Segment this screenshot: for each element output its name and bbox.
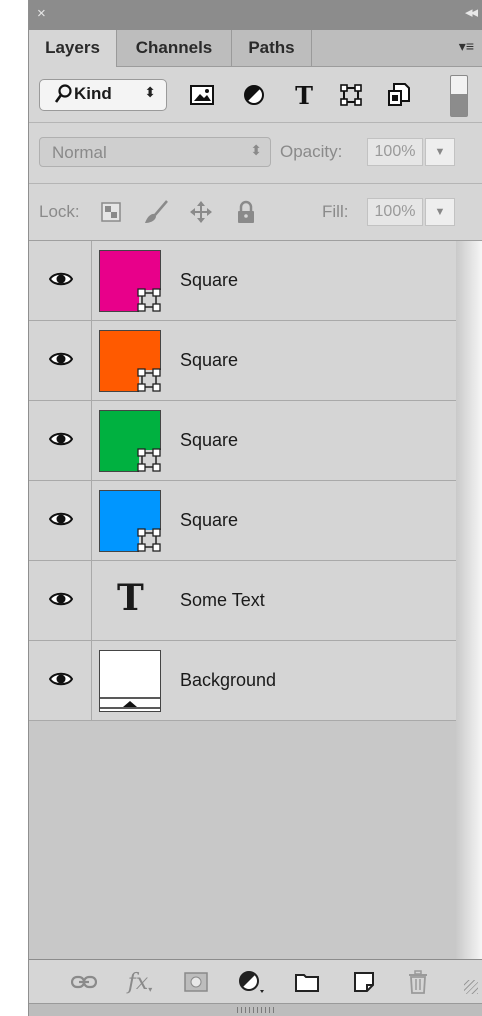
- vector-mask-icon: [137, 288, 161, 312]
- image-filter-icon[interactable]: [187, 80, 217, 110]
- visibility-toggle[interactable]: [29, 641, 92, 720]
- layer-thumbnail: [99, 330, 161, 392]
- layer-thumbnail: [99, 490, 161, 552]
- layer-thumbnail: [99, 650, 161, 712]
- add-mask-icon[interactable]: [181, 968, 211, 996]
- layer-row[interactable]: Square: [29, 321, 457, 401]
- layer-name: Some Text: [180, 590, 265, 610]
- new-layer-icon[interactable]: [349, 968, 379, 996]
- lock-row: Lock: Fill: 100% ▼: [29, 184, 482, 241]
- fill-dropdown-icon[interactable]: ▼: [425, 198, 455, 226]
- lock-image-pixels-brush-icon[interactable]: [142, 198, 170, 226]
- layer-row[interactable]: Square: [29, 401, 457, 481]
- blend-row: Normal ⬍ Opacity: 100% ▼: [29, 123, 482, 184]
- layer-name: Square: [180, 430, 239, 450]
- close-panel-icon[interactable]: ×: [37, 4, 46, 24]
- layer-name: Background: [180, 670, 277, 690]
- visibility-toggle[interactable]: [29, 561, 92, 640]
- smart-object-filter-icon[interactable]: [384, 80, 414, 110]
- panel-title-bar: × ◂◂: [29, 0, 482, 30]
- eye-icon: [49, 592, 73, 606]
- layer-row[interactable]: T Some Text: [29, 561, 457, 641]
- scrollbar-track[interactable]: [456, 241, 482, 959]
- panel-tabs: Layers Channels Paths ▾≡: [29, 30, 482, 67]
- fill-field[interactable]: 100%: [367, 198, 423, 226]
- blend-mode-value: Normal: [52, 143, 107, 162]
- eye-icon: [49, 272, 73, 286]
- filter-kind-label: Kind: [74, 84, 112, 103]
- tab-channels[interactable]: Channels: [117, 30, 232, 66]
- layer-thumbnail: [99, 410, 161, 472]
- layer-row[interactable]: Square: [29, 241, 457, 321]
- visibility-toggle[interactable]: [29, 321, 92, 400]
- layer-name: Square: [180, 270, 239, 290]
- select-arrows-icon: ⬍: [144, 84, 156, 100]
- lock-label: Lock:: [39, 202, 80, 221]
- layer-name: Square: [180, 350, 239, 370]
- visibility-toggle[interactable]: [29, 401, 92, 480]
- vector-mask-icon: [137, 448, 161, 472]
- vector-mask-icon: [137, 368, 161, 392]
- panel-footer: [29, 1003, 482, 1016]
- delete-layer-trash-icon[interactable]: [403, 968, 433, 996]
- blend-mode-select[interactable]: Normal ⬍: [39, 137, 271, 167]
- vector-mask-icon: [137, 528, 161, 552]
- filter-kind-select[interactable]: Kind ⬍: [39, 79, 167, 111]
- link-layers-icon[interactable]: [69, 968, 99, 996]
- adjustment-filter-icon[interactable]: [239, 80, 269, 110]
- text-layer-icon: T: [117, 577, 144, 619]
- layer-row[interactable]: Background: [29, 641, 457, 721]
- eye-icon: [49, 672, 73, 686]
- tab-layers[interactable]: Layers: [29, 30, 117, 67]
- eye-icon: [49, 512, 73, 526]
- svg-text:T: T: [295, 83, 313, 107]
- layer-thumbnail: [99, 250, 161, 312]
- filter-toggle-switch[interactable]: [450, 75, 468, 117]
- shape-filter-icon[interactable]: [336, 80, 366, 110]
- visibility-toggle[interactable]: [29, 481, 92, 560]
- visibility-toggle[interactable]: [29, 241, 92, 320]
- lock-all-padlock-icon[interactable]: [232, 198, 260, 226]
- lock-position-move-icon[interactable]: [187, 198, 215, 226]
- layer-name: Square: [180, 510, 239, 530]
- new-adjustment-icon[interactable]: [237, 968, 267, 996]
- opacity-label: Opacity:: [280, 142, 343, 161]
- opacity-dropdown-icon[interactable]: ▼: [425, 138, 455, 166]
- tab-paths[interactable]: Paths: [232, 30, 312, 66]
- eye-icon: [49, 352, 73, 366]
- type-filter-icon[interactable]: T: [289, 80, 319, 110]
- eye-icon: [49, 432, 73, 446]
- layer-row[interactable]: Square: [29, 481, 457, 561]
- collapse-panel-icon[interactable]: ◂◂: [465, 3, 478, 23]
- opacity-field[interactable]: 100%: [367, 138, 423, 166]
- panel-bottom-toolbar: fx ▾: [29, 959, 482, 1004]
- layer-style-fx-icon[interactable]: fx ▾: [125, 968, 155, 996]
- fill-label: Fill:: [322, 202, 349, 221]
- select-arrows-icon: ⬍: [250, 142, 262, 158]
- layers-panel: × ◂◂ Layers Channels Paths ▾≡ Kind ⬍ T N…: [28, 0, 482, 1016]
- resize-grip-icon[interactable]: [464, 980, 478, 994]
- search-icon: [54, 84, 72, 109]
- drag-grip-icon[interactable]: [237, 1007, 277, 1013]
- lock-transparent-pixels-icon[interactable]: [97, 198, 125, 226]
- filter-row: Kind ⬍ T: [29, 67, 482, 123]
- layers-list: Square Square Square Square T Some Text …: [29, 241, 457, 959]
- panel-menu-icon[interactable]: ▾≡: [459, 38, 474, 55]
- background-thumbnail-icon: [100, 651, 160, 711]
- new-group-folder-icon[interactable]: [292, 968, 322, 996]
